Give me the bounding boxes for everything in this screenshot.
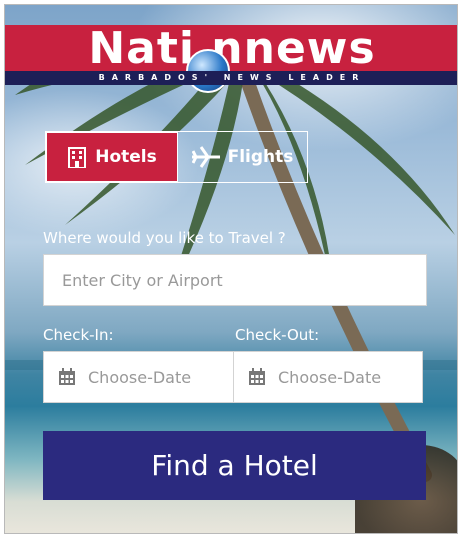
- widget-frame: Nati nnews BARBADOS' NEWS LEADER Hotels …: [4, 4, 458, 534]
- brand-tagline: BARBADOS' NEWS LEADER: [5, 71, 457, 85]
- tab-hotels[interactable]: Hotels: [46, 132, 178, 182]
- checkin-date-input[interactable]: Choose-Date: [43, 351, 234, 403]
- airplane-icon: [191, 146, 220, 168]
- checkout-date-input[interactable]: Choose-Date: [233, 351, 423, 403]
- tab-hotels-label: Hotels: [95, 147, 157, 167]
- destination-placeholder: Enter City or Airport: [62, 270, 223, 290]
- destination-input[interactable]: Enter City or Airport: [43, 254, 427, 306]
- find-hotel-button[interactable]: Find a Hotel: [43, 431, 426, 500]
- tab-flights[interactable]: Flights: [178, 132, 307, 182]
- calendar-icon: [59, 368, 75, 385]
- calendar-icon: [249, 368, 265, 385]
- checkout-label: Check-Out:: [235, 326, 320, 344]
- search-type-tabs: Hotels Flights: [45, 131, 308, 183]
- brand-banner: Nati nnews BARBADOS' NEWS LEADER: [5, 23, 457, 93]
- destination-label: Where would you like to Travel ?: [43, 229, 286, 247]
- checkin-placeholder: Choose-Date: [88, 367, 192, 387]
- tab-flights-label: Flights: [227, 147, 294, 167]
- hotel-building-icon: [68, 147, 87, 168]
- checkout-placeholder: Choose-Date: [278, 367, 382, 387]
- brand-logo-text: Nati nnews: [88, 23, 376, 74]
- checkin-label: Check-In:: [43, 326, 114, 344]
